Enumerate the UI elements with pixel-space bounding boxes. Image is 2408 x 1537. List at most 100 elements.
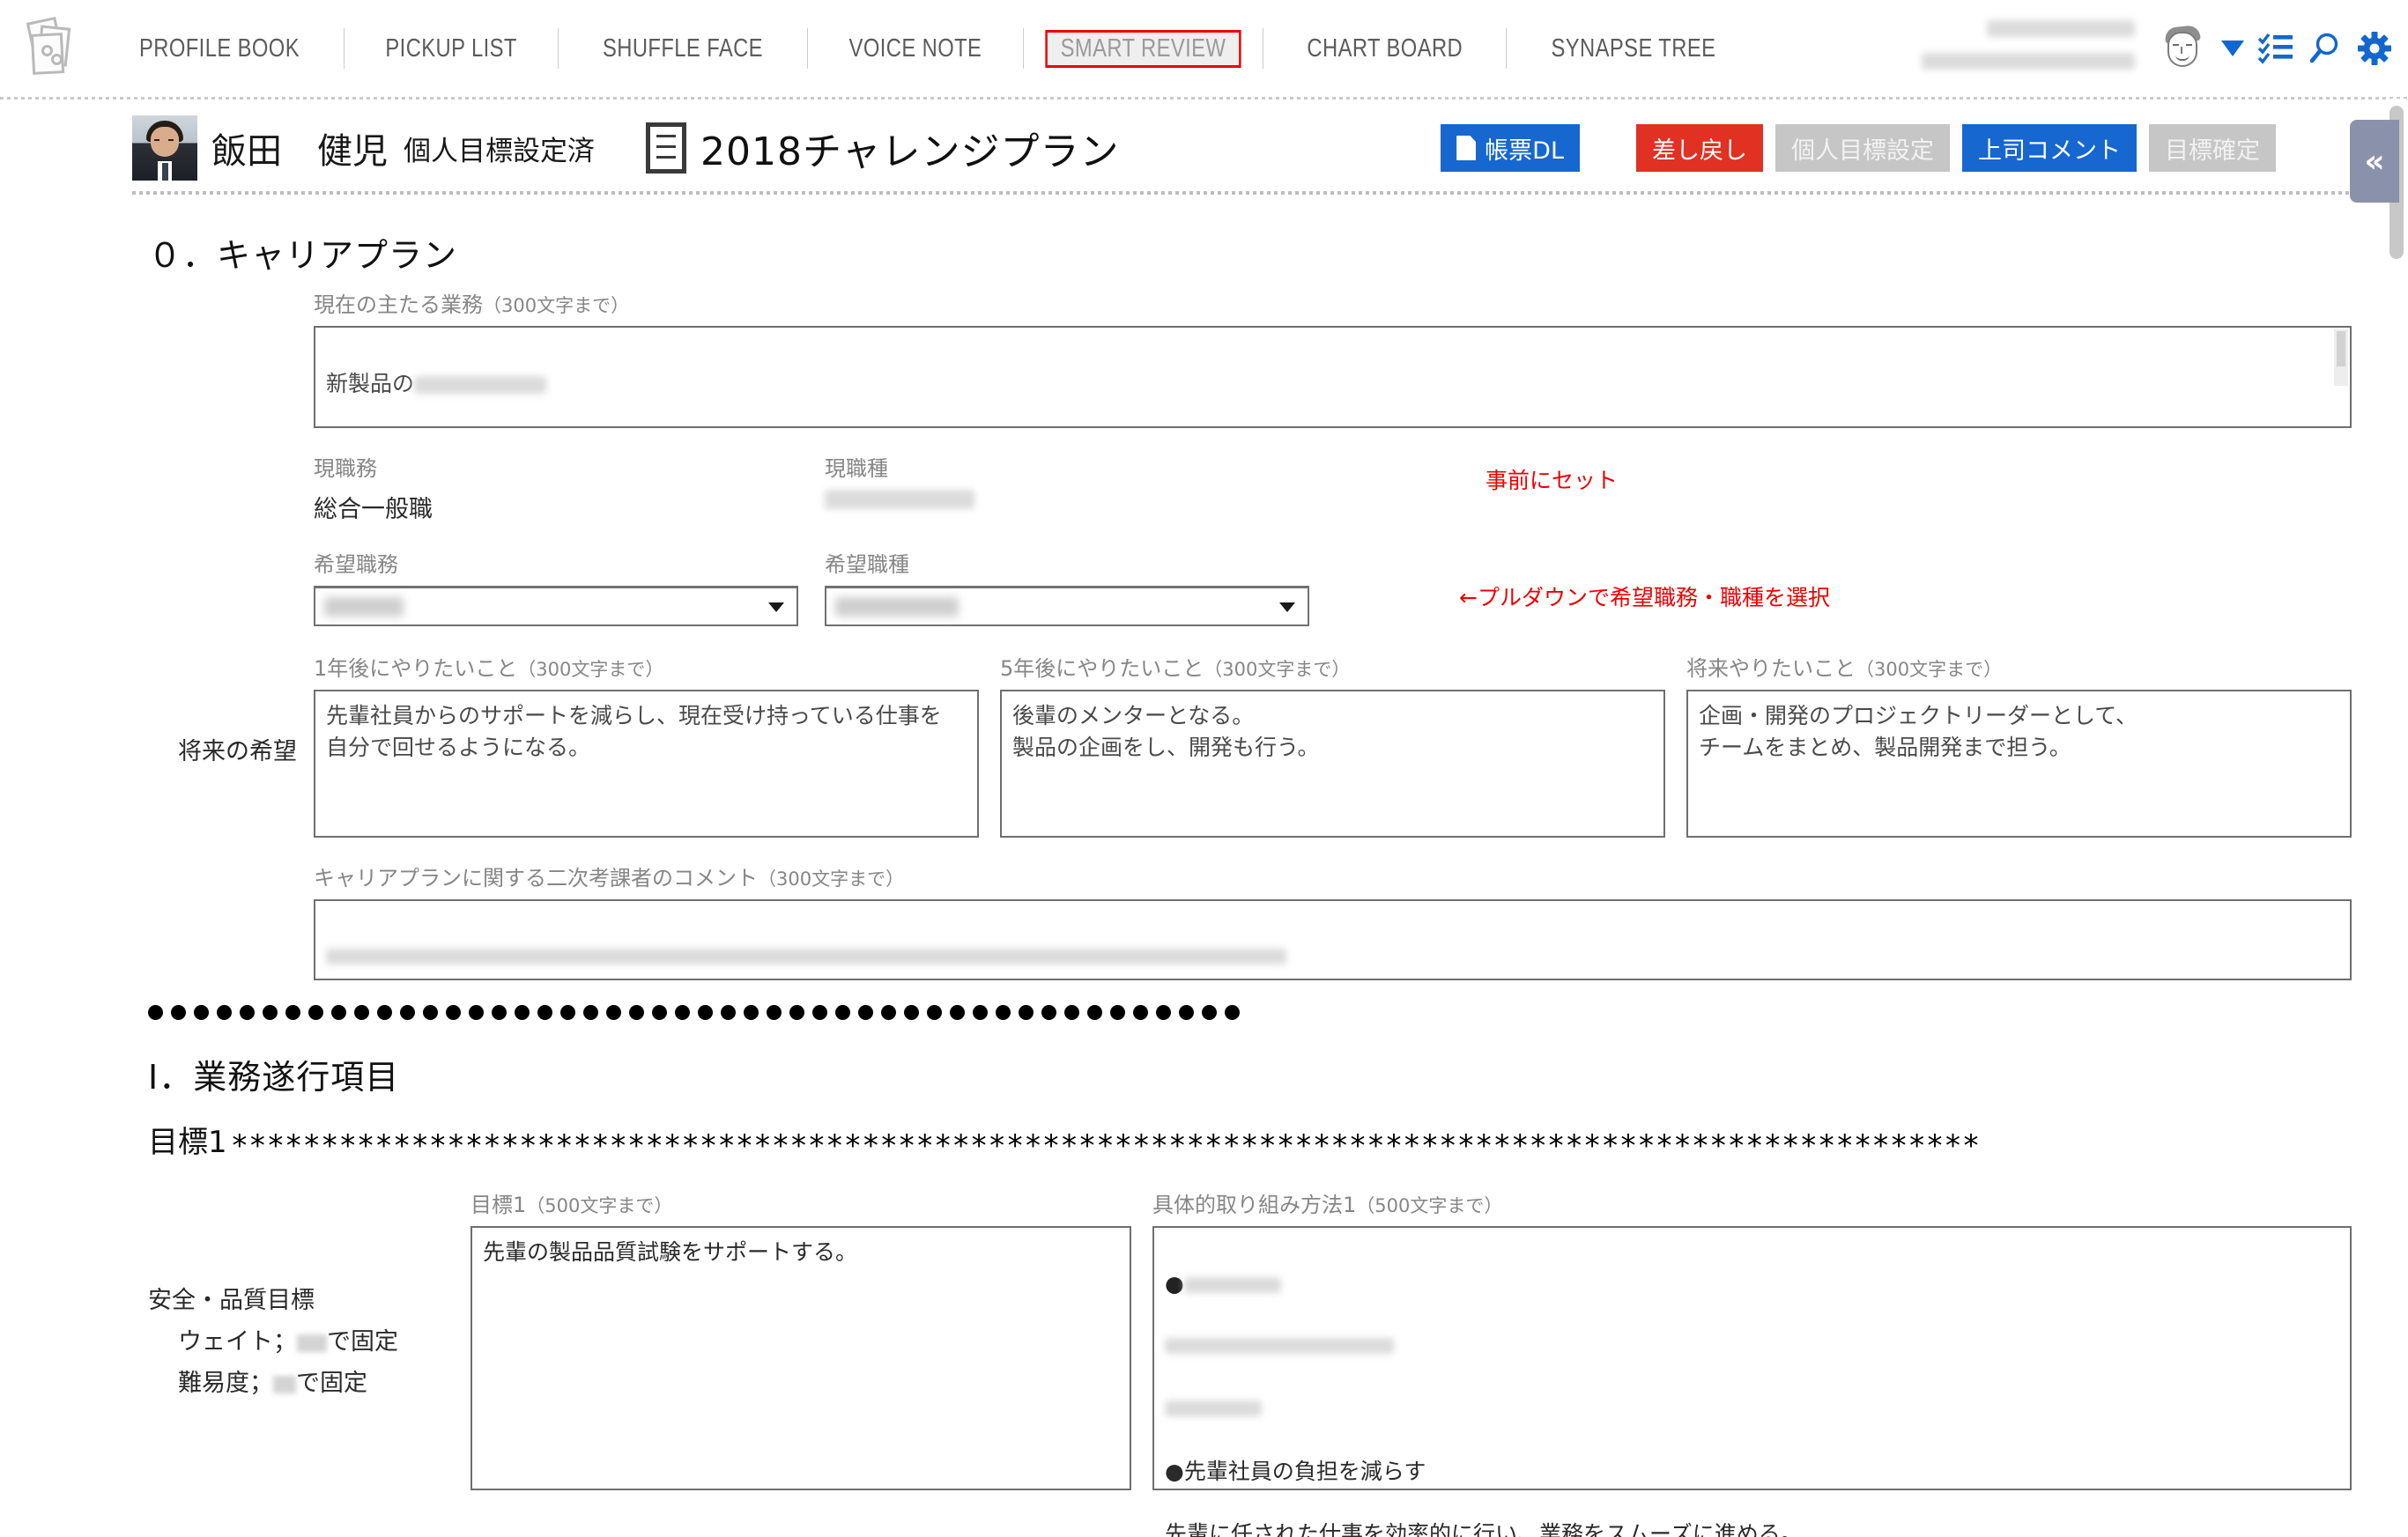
logged-in-user-info [1922,20,2135,77]
chevron-down-icon[interactable] [2221,41,2244,56]
method-1-field-label: 具体的取り組み方法1（500文字まで） [1152,1193,1503,1217]
annotation-dropdown-hint: ←プルダウンで希望職務・職種を選択 [1459,585,1830,610]
method-1-value: ● ●先輩社員の負担を減らす 先輩に任された仕事を効率的に行い、業務をスムーズに… [1154,1228,2350,1537]
checklist-icon[interactable] [2258,32,2293,65]
avatar[interactable] [2158,24,2207,73]
future-5year-value: 後輩のメンターとなる。 製品の企画をし、開発も行う。 [1012,703,1320,760]
method-1-textarea[interactable]: ● ●先輩社員の負担を減らす 先輩に任された仕事を効率的に行い、業務をスムーズに… [1152,1226,2352,1537]
reviewer-comment-value [315,901,2350,981]
download-report-label: 帳票DL [1485,137,1564,165]
download-report-button[interactable]: 帳票DL [1441,124,1580,172]
redacted-text [1183,1276,1281,1293]
method-1-bullet-1: ● [1165,1270,1184,1297]
section-dot-divider [148,1005,2408,1023]
method-1-bullet-2: ●先輩社員の負担を減らす [1165,1458,1426,1484]
desired-position-col: 希望職務 [314,547,825,626]
current-position-col: 現職務 総合一般職 [314,451,825,524]
nav-item-chart-board[interactable]: CHART BOARD [1286,31,1485,67]
future-longterm-textarea[interactable]: 企画・開発のプロジェクトリーダーとして、 チームをまとめ、製品開発まで担う。 [1686,690,2352,838]
goal-1-heading: 目標1 [148,1125,227,1160]
future-1year-value: 先輩社員からのサポートを減らし、現在受け持っている仕事を 自分で回せるようになる… [326,703,942,760]
redacted-text [414,375,547,394]
nav-item-synapse-tree[interactable]: SYNAPSE TREE [1530,31,1737,67]
future-cell-5year: 5年後にやりたいこと（300文字まで） 後輩のメンターとなる。 製品の企画をし、… [1000,651,1665,838]
future-hopes-row: 将来の希望 1年後にやりたいこと（300文字まで） 先輩社員からのサポートを減ら… [0,651,2408,838]
header-action-buttons: 帳票DL 差し戻し 個人目標設定 上司コメント 目標確定 [1441,124,2373,172]
weight-value-redacted [297,1334,327,1352]
desired-jobtype-label: 希望職種 [825,552,909,577]
future-1year-textarea[interactable]: 先輩社員からのサポートを減らし、現在受け持っている仕事を 自分で回せるようになる… [314,690,979,838]
reviewer-comment-textarea[interactable] [314,899,2352,980]
future-longterm-label: 将来やりたいこと（300文字まで） [1686,656,2003,681]
goal-1-textarea[interactable]: 先輩の製品品質試験をサポートする。 [470,1226,1131,1490]
textarea-scrollbar[interactable] [2334,329,2348,386]
nav-item-profile-book[interactable]: PROFILE BOOK [117,31,321,67]
current-position-label: 現職務 [314,456,377,481]
page-title: 2018チャレンジプラン [700,129,1120,174]
goal-1-star-rule: ****************************************… [230,1131,1981,1161]
send-back-button[interactable]: 差し戻し [1636,124,1763,172]
desired-position-value-redacted [324,596,404,617]
nav-separator [343,28,345,69]
reviewer-comment-label: キャリアプランに関する二次考課者のコメント（300文字まで） [314,866,905,890]
desired-jobtype-select[interactable] [825,586,1309,626]
header-divider [132,191,2373,195]
nav-separator [807,28,809,69]
page-header: 飯田 健児 個人目標設定済 2018チャレンジプラン 帳票DL 差し戻し 個人目… [0,100,2408,191]
career-plan-section-title: ０．キャリアプラン [148,236,458,275]
top-right-controls [1922,0,2392,97]
current-duty-textarea[interactable]: 新製品の 既存 性能 [314,326,2352,428]
desired-position-select[interactable] [314,586,798,626]
goal-1-weight: ウェイト； で固定 [178,1328,398,1356]
difficulty-value-redacted [273,1375,296,1393]
redacted-text [326,948,1286,964]
goal-1-text-col: 目標1（500文字まで） 先輩の製品品質試験をサポートする。 [470,1187,1131,1490]
employee-photo [132,115,197,181]
nav-separator [558,28,559,69]
future-hopes-columns: 1年後にやりたいこと（300文字まで） 先輩社員からのサポートを減らし、現在受け… [314,651,2352,838]
future-5year-label: 5年後にやりたいこと（300文字まで） [1000,656,1351,681]
nav-separator [1506,28,1508,69]
goal-1-meta: 安全・品質目標 ウェイト； で固定 難易度； で固定 [148,1187,470,1490]
method-1-col: 具体的取り組み方法1（500文字まで） ● ●先輩社員の負担を減らす 先輩に任さ… [1152,1187,2352,1537]
nav-item-voice-note[interactable]: VOICE NOTE [827,31,1004,67]
task-section-title: Ⅰ．業務遂行項目 [148,1058,400,1097]
goal-1-row: 安全・品質目標 ウェイト； で固定 難易度； で固定 目標1（500文字まで） 先輩… [0,1187,2408,1537]
current-duty-line-1: 新製品の 既存 性能 [315,328,2350,426]
confirm-goal-button[interactable]: 目標確定 [2149,124,2276,172]
annotation-preset: 事前にセット [1486,468,1619,493]
nav-item-smart-review[interactable]: SMART REVIEW [1045,29,1241,68]
goal-1-fields: 目標1（500文字まで） 先輩の製品品質試験をサポートする。 具体的取り組み方法… [470,1187,2352,1537]
nav-item-shuffle-face[interactable]: SHUFFLE FACE [582,31,785,67]
future-longterm-value: 企画・開発のプロジェクトリーダーとして、 チームをまとめ、製品開発まで担う。 [1699,703,2138,760]
personal-goal-setting-button[interactable]: 個人目標設定 [1775,124,1950,172]
future-cell-longterm: 将来やりたいこと（300文字まで） 企画・開発のプロジェクトリーダーとして、 チ… [1686,651,2352,838]
chevron-down-icon [768,602,784,612]
method-1-line-2: 先輩に任された仕事を効率的に行い、業務をスムーズに進める。 [1165,1520,1803,1537]
collapse-panel-button[interactable]: « [2350,120,2399,203]
document-icon [1456,136,1477,160]
future-cell-1year: 1年後にやりたいこと（300文字まで） 先輩社員からのサポートを減らし、現在受け… [314,651,979,838]
career-plan-body: 現在の主たる業務（300文字まで） 新製品の 既存 性能 現職務 総合一般職 現… [0,287,2408,626]
nav-items: PROFILE BOOK PICKUP LIST SHUFFLE FACE VO… [95,0,1760,97]
gear-icon[interactable] [2357,31,2392,66]
goal-1-field-label: 目標1（500文字まで） [470,1193,673,1217]
desired-jobtype-value-redacted [835,596,959,617]
future-1year-label: 1年後にやりたいこと（300文字まで） [314,656,664,681]
top-navigation-bar: PROFILE BOOK PICKUP LIST SHUFFLE FACE VO… [0,0,2408,97]
status-badge: 個人目標設定済 [404,135,595,167]
reviewer-comment-block: キャリアプランに関する二次考課者のコメント（300文字まで） [0,861,2408,980]
nav-item-pickup-list[interactable]: PICKUP LIST [364,31,539,67]
current-jobtype-label: 現職種 [825,456,888,481]
current-jobtype-col: 現職種 [825,451,1336,524]
redacted-text [1165,1337,1394,1354]
future-5year-textarea[interactable]: 後輩のメンターとなる。 製品の企画をし、開発も行う。 [1000,690,1665,838]
current-position-row: 現職務 総合一般職 現職種 事前にセット [314,451,2352,524]
search-icon[interactable] [2308,31,2343,66]
current-jobtype-value-redacted [825,490,974,509]
chevron-down-icon [1279,602,1295,612]
goal-1-category: 安全・品質目標 [148,1287,315,1314]
current-duty-label: 現在の主たる業務（300文字まで） [314,292,630,317]
supervisor-comment-button[interactable]: 上司コメント [1962,124,2137,172]
page-scrollbar[interactable] [2387,99,2406,1537]
